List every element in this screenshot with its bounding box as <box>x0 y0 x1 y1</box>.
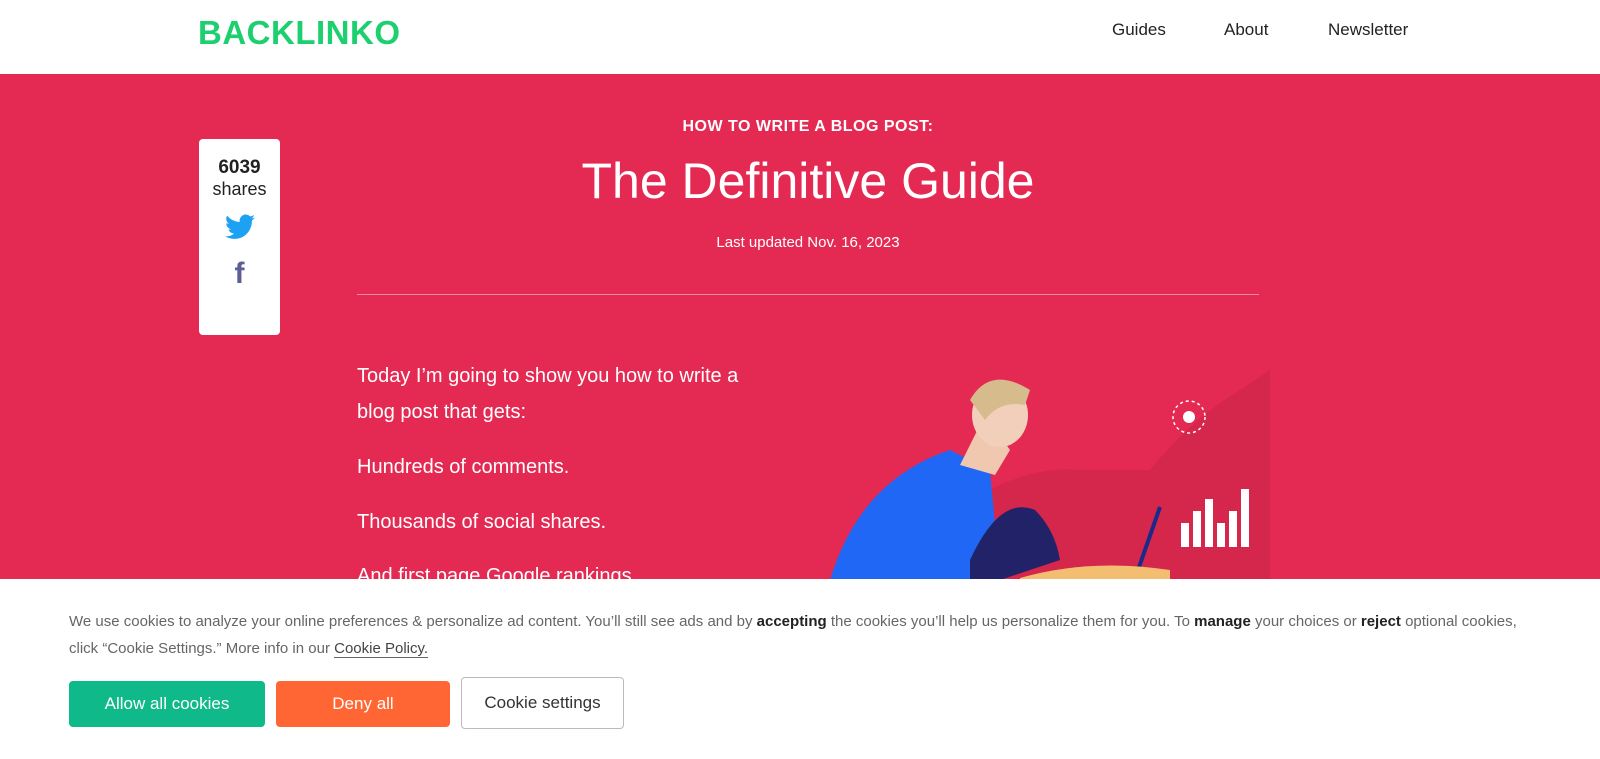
intro-line: blog post that gets: <box>357 401 527 423</box>
intro-line: Thousands of social shares. <box>357 511 607 533</box>
cookie-banner: We use cookies to analyze your online pr… <box>0 579 1600 759</box>
site-header: BACKLINKO Guides About Newsletter <box>0 0 1600 74</box>
intro-line: Hundreds of comments. <box>357 456 570 478</box>
allow-all-cookies-button[interactable]: Allow all cookies <box>69 681 265 727</box>
backlinko-logo[interactable]: BACKLINKO <box>198 14 400 52</box>
hero-illustration <box>830 370 1270 580</box>
nav-newsletter[interactable]: Newsletter <box>1328 20 1408 40</box>
facebook-icon[interactable]: f <box>199 257 280 291</box>
nav-guides[interactable]: Guides <box>1112 20 1166 40</box>
share-box: 6039 shares f <box>199 139 280 335</box>
share-count: 6039 <box>218 157 261 178</box>
deny-all-button[interactable]: Deny all <box>276 681 450 727</box>
post-kicker: HOW TO WRITE A BLOG POST: <box>682 118 934 135</box>
nav-about[interactable]: About <box>1224 20 1268 40</box>
divider <box>357 294 1259 295</box>
cookie-policy-link[interactable]: Cookie Policy. <box>334 640 429 658</box>
cookie-message: We use cookies to analyze your online pr… <box>69 613 1517 658</box>
twitter-icon[interactable] <box>224 214 255 240</box>
cookie-settings-button[interactable]: Cookie settings <box>461 677 624 729</box>
intro-line: Today I’m going to show you how to write… <box>357 365 739 387</box>
share-label: shares <box>212 179 267 199</box>
